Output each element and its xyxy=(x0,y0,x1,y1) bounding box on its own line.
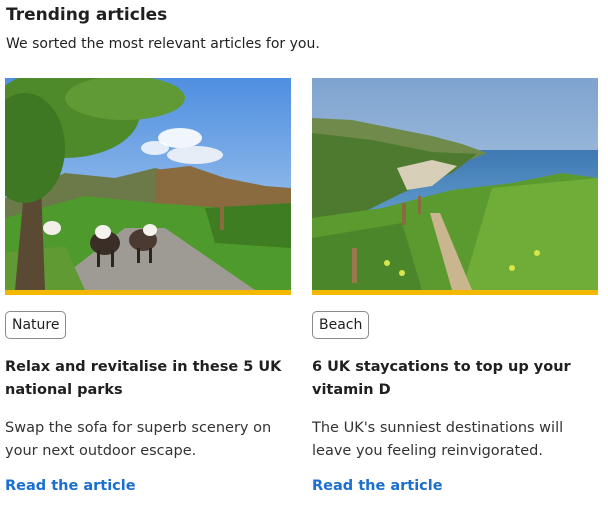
article-tag[interactable]: Nature xyxy=(5,311,67,339)
image-accent-bar xyxy=(5,290,291,295)
article-headline[interactable]: Relax and revitalise in these 5 UK natio… xyxy=(5,356,295,402)
article-card-beach[interactable]: Beach 6 UK staycations to top up your vi… xyxy=(312,78,598,494)
image-accent-bar xyxy=(312,290,598,295)
article-summary: The UK's sunniest destinations will leav… xyxy=(312,420,564,459)
section-title: Trending articles xyxy=(6,5,168,25)
section-subtitle: We sorted the most relevant articles for… xyxy=(6,36,320,52)
article-image-national-park[interactable] xyxy=(5,78,291,290)
article-summary: Swap the sofa for superb scenery on your… xyxy=(5,420,272,459)
article-card-nature[interactable]: Nature Relax and revitalise in these 5 U… xyxy=(5,78,291,494)
article-image-coast[interactable] xyxy=(312,78,598,290)
article-headline[interactable]: 6 UK staycations to top up your vitamin … xyxy=(312,356,602,402)
read-article-link[interactable]: Read the article xyxy=(312,478,443,494)
read-article-link[interactable]: Read the article xyxy=(5,478,136,494)
article-tag[interactable]: Beach xyxy=(312,311,370,339)
